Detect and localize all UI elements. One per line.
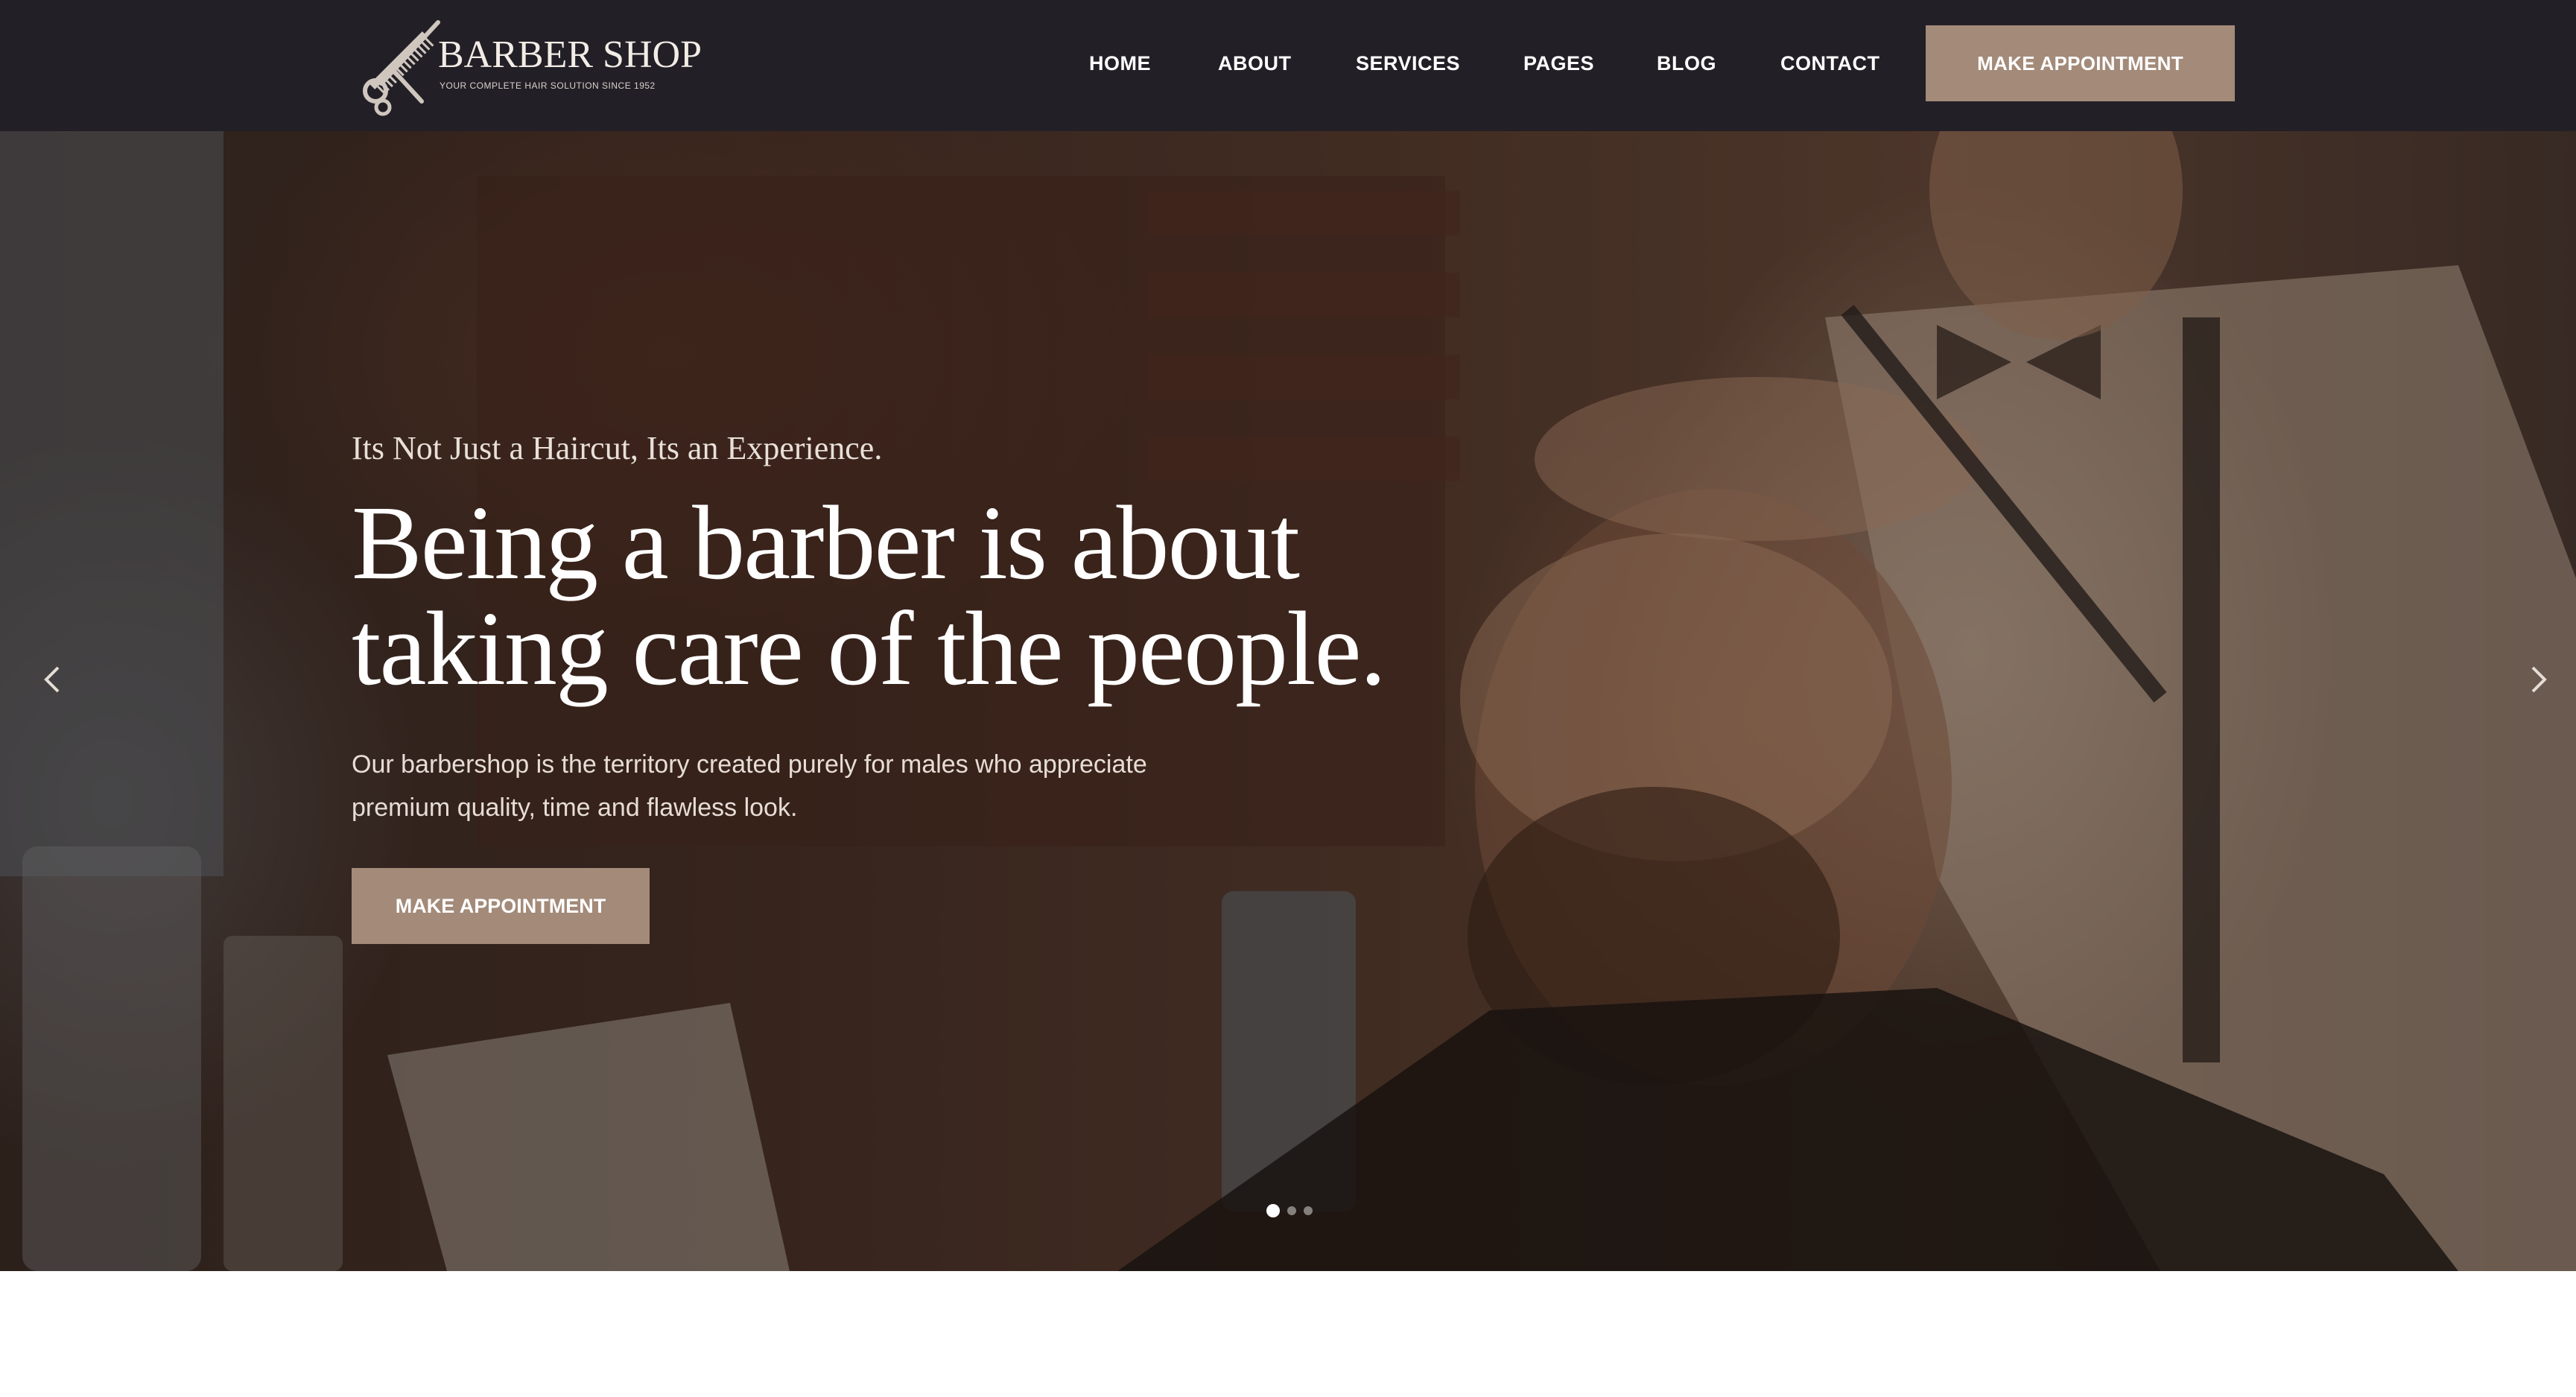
brand-title: BARBER SHOP bbox=[438, 34, 702, 76]
hero-tagline: Its Not Just a Haircut, Its an Experienc… bbox=[352, 430, 883, 466]
next-section bbox=[0, 1271, 2576, 1397]
slider-dot-3[interactable] bbox=[1304, 1206, 1313, 1215]
chevron-right-icon bbox=[2531, 666, 2547, 693]
brand-tagline: YOUR COMPLETE HAIR SOLUTION SINCE 1952 bbox=[440, 80, 656, 91]
site-header: BARBER SHOP YOUR COMPLETE HAIR SOLUTION … bbox=[0, 0, 2576, 131]
header-make-appointment-button[interactable]: MAKE APPOINTMENT bbox=[1926, 25, 2235, 101]
hero-content: Its Not Just a Haircut, Its an Experienc… bbox=[352, 429, 1469, 944]
slider-prev-button[interactable] bbox=[30, 657, 74, 702]
hero-headline-line-2: taking care of the people. bbox=[352, 589, 1386, 707]
nav-pages[interactable]: PAGES bbox=[1523, 52, 1594, 75]
slider-dot-1[interactable] bbox=[1266, 1204, 1280, 1217]
slider-dot-2[interactable] bbox=[1287, 1206, 1296, 1215]
nav-about[interactable]: ABOUT bbox=[1218, 52, 1292, 75]
hero-make-appointment-button[interactable]: MAKE APPOINTMENT bbox=[352, 868, 650, 944]
hero-headline-line-1: Being a barber is about bbox=[352, 484, 1300, 601]
nav-home[interactable]: HOME bbox=[1089, 52, 1151, 75]
nav-services[interactable]: SERVICES bbox=[1356, 52, 1460, 75]
nav-blog[interactable]: BLOG bbox=[1657, 52, 1716, 75]
hero-slider: Its Not Just a Haircut, Its an Experienc… bbox=[0, 131, 2576, 1271]
hero-description: Our barbershop is the territory created … bbox=[352, 750, 1147, 822]
slider-next-button[interactable] bbox=[2516, 657, 2561, 702]
hero-headline: Being a barber is about taking care of t… bbox=[352, 490, 1469, 701]
brand-logo[interactable]: BARBER SHOP YOUR COMPLETE HAIR SOLUTION … bbox=[350, 12, 702, 116]
nav-contact[interactable]: CONTACT bbox=[1780, 52, 1879, 75]
slider-pagination bbox=[1266, 1204, 1313, 1217]
chevron-left-icon bbox=[44, 666, 60, 693]
